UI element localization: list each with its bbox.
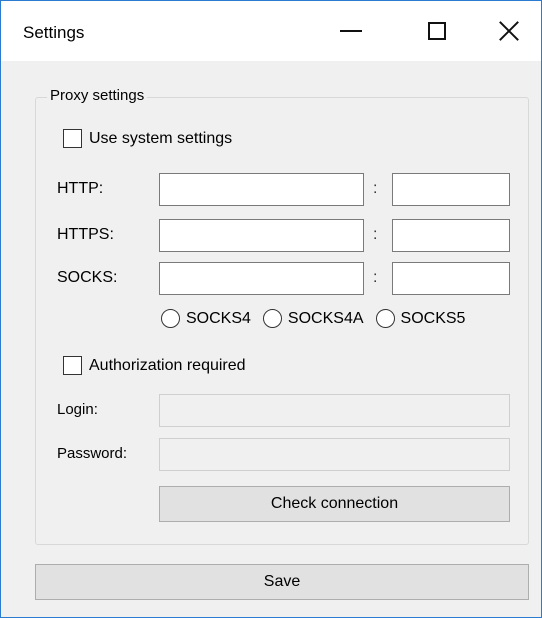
http-host-input[interactable]: [159, 173, 364, 206]
save-button[interactable]: Save: [35, 564, 529, 600]
title-bar[interactable]: Settings: [1, 1, 541, 61]
socks-port-input[interactable]: [392, 262, 510, 295]
https-port-input[interactable]: [392, 219, 510, 252]
radio-circle[interactable]: [161, 309, 180, 328]
login-label: Login:: [57, 401, 98, 418]
settings-window: Settings Proxy settings Use system setti…: [0, 0, 542, 618]
socks5-label: SOCKS5: [400, 309, 466, 327]
checkbox-box[interactable]: [63, 129, 82, 148]
authorization-required-label: Authorization required: [89, 356, 246, 374]
socks4-label: SOCKS4: [186, 309, 251, 327]
authorization-required-checkbox[interactable]: Authorization required: [63, 356, 246, 375]
socks4a-radio[interactable]: SOCKS4A: [262, 309, 364, 328]
https-host-input[interactable]: [159, 219, 364, 252]
http-colon: :: [373, 180, 378, 197]
close-icon: [499, 21, 519, 41]
use-system-settings-checkbox[interactable]: Use system settings: [63, 129, 232, 148]
socks4a-label: SOCKS4A: [287, 309, 364, 327]
https-label: HTTPS:: [57, 226, 114, 243]
socks4-radio[interactable]: SOCKS4: [161, 309, 251, 328]
http-port-input[interactable]: [392, 173, 510, 206]
socks-label: SOCKS:: [57, 269, 118, 286]
proxy-settings-label: Proxy settings: [47, 87, 148, 104]
minimize-icon: [340, 30, 362, 32]
login-input[interactable]: [159, 394, 510, 427]
checkbox-box[interactable]: [63, 356, 82, 375]
password-input[interactable]: [159, 438, 510, 471]
minimize-button[interactable]: [313, 1, 389, 61]
check-connection-button[interactable]: Check connection: [159, 486, 510, 522]
maximize-button[interactable]: [399, 1, 475, 61]
socks-host-input[interactable]: [159, 262, 364, 295]
socks5-radio[interactable]: SOCKS5: [375, 309, 466, 328]
https-colon: :: [373, 226, 378, 243]
maximize-icon: [428, 22, 446, 40]
socks-colon: :: [373, 269, 378, 286]
password-label: Password:: [57, 445, 128, 462]
http-label: HTTP:: [57, 180, 104, 197]
socks-version-group: SOCKS4 SOCKS4A SOCKS5: [161, 309, 465, 328]
radio-circle[interactable]: [375, 309, 395, 328]
window-title: Settings: [23, 23, 85, 42]
radio-circle[interactable]: [262, 309, 282, 328]
close-button[interactable]: [471, 1, 542, 61]
use-system-settings-label: Use system settings: [89, 129, 233, 147]
